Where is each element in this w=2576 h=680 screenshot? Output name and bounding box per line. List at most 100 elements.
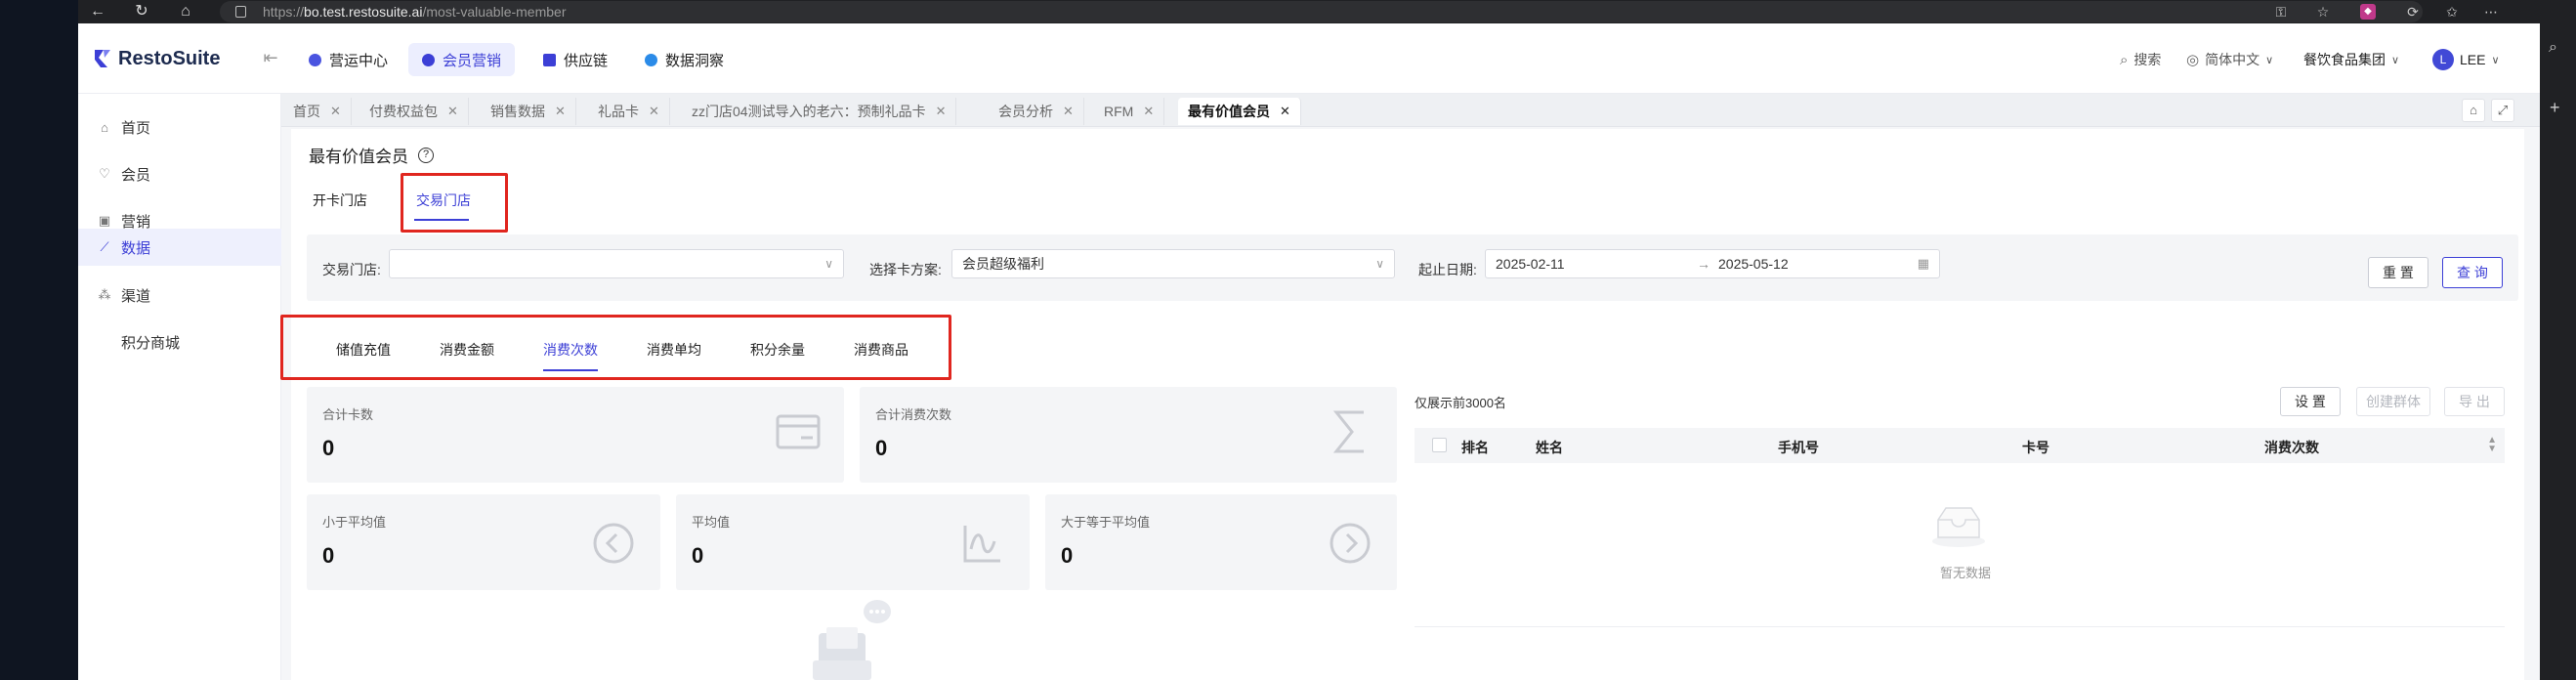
tab-sales-data[interactable]: 销售数据 ✕: [481, 98, 576, 125]
sidebar-item-data[interactable]: ⟋ 数据: [78, 229, 281, 266]
search-button[interactable]: ⌕ 搜索: [2120, 43, 2161, 76]
brand-logo[interactable]: RestoSuite: [93, 43, 220, 74]
export-button[interactable]: 导 出: [2444, 387, 2505, 416]
calendar-icon: ▦: [1917, 256, 1929, 271]
column-visit-count[interactable]: 消费次数: [2264, 438, 2319, 457]
star-icon[interactable]: ☆: [2313, 2, 2333, 21]
tab-label: 付费权益包: [369, 104, 438, 119]
member-icon: ♡: [99, 166, 110, 181]
tab-home-icon[interactable]: ⌂: [2462, 99, 2485, 122]
plan-label: 选择卡方案:: [869, 262, 942, 277]
menu-collapse-icon[interactable]: ⇤: [260, 47, 281, 68]
sort-icon[interactable]: ▲ ▼: [2487, 436, 2497, 454]
module-label: 供应链: [564, 52, 609, 69]
key-icon[interactable]: ⚿: [2271, 2, 2291, 21]
stat-label: 合计卡数: [322, 407, 374, 422]
back-icon[interactable]: ←: [88, 2, 107, 21]
favorites-icon[interactable]: ✩: [2442, 2, 2462, 21]
stat-label: 平均值: [692, 515, 731, 530]
main-content: 最有价值会员 ? 开卡门店 交易门店 交易门店: ∨ 选择卡方案: 会员超级福利…: [280, 129, 2524, 680]
stat-card-average: 平均值 0: [676, 494, 1030, 590]
tab-label: 最有价值会员: [1188, 104, 1270, 119]
tab-rfm[interactable]: RFM ✕: [1094, 98, 1165, 125]
stat-value: 0: [692, 543, 704, 568]
column-card-number: 卡号: [2022, 440, 2049, 455]
org-label: 餐饮食品集团: [2303, 52, 2386, 67]
chart-icon: ⟋: [100, 239, 109, 254]
module-icon: [645, 53, 657, 66]
date-range-picker[interactable]: 2025-02-11 → 2025-05-12 ▦: [1485, 249, 1940, 278]
help-icon[interactable]: ?: [418, 147, 434, 163]
more-icon[interactable]: ⋯: [2481, 2, 2501, 21]
empty-text: 暂无数据: [1940, 566, 1992, 580]
close-icon[interactable]: ✕: [1280, 104, 1290, 119]
module-membership[interactable]: 会员营销: [408, 43, 516, 76]
stat-label: 小于平均值: [322, 515, 387, 530]
sidebar-item-member[interactable]: ♡ 会员: [78, 154, 281, 193]
tab-member-analysis[interactable]: 会员分析 ✕: [989, 98, 1084, 125]
reload-icon[interactable]: ↻: [132, 2, 151, 21]
home-icon: ⌂: [101, 119, 108, 135]
extension-icon[interactable]: ◆: [2360, 4, 2376, 20]
sidebar-item-home[interactable]: ⌂ 首页: [78, 107, 281, 147]
close-icon[interactable]: ✕: [1143, 104, 1154, 119]
language-select[interactable]: ◎ 简体中文 ∨: [2186, 43, 2273, 76]
tab-prepaid-gift-card[interactable]: zz门店04测试导入的老六：预制礼品卡 ✕: [682, 98, 957, 125]
tab-label: zz门店04测试导入的老六：预制礼品卡: [692, 104, 926, 119]
sidebar-item-points-mall[interactable]: 积分商城: [78, 322, 281, 361]
home-icon[interactable]: ⌂: [176, 2, 195, 21]
stat-value: 0: [1061, 543, 1074, 568]
column-rank: 排名: [1461, 440, 1489, 455]
date-start[interactable]: 2025-02-11: [1496, 256, 1565, 272]
avatar: L: [2432, 49, 2454, 70]
create-group-button[interactable]: 创建群体: [2356, 387, 2430, 416]
close-icon[interactable]: ✕: [330, 104, 341, 119]
close-icon[interactable]: ✕: [1063, 104, 1074, 119]
address-bar[interactable]: https://bo.test.restosuite.ai/most-valua…: [220, 1, 2423, 22]
empty-box-icon: [1932, 507, 1985, 547]
stat-card-total-visits: 合计消费次数 0: [860, 387, 1397, 483]
close-icon[interactable]: ✕: [936, 104, 947, 119]
date-label: 起止日期:: [1418, 262, 1477, 277]
chevron-down-icon: ∨: [2491, 54, 2500, 66]
select-all-checkbox[interactable]: [1432, 438, 1447, 452]
tab-gift-card[interactable]: 礼品卡 ✕: [588, 98, 670, 125]
tab-paid-benefits[interactable]: 付费权益包 ✕: [359, 98, 469, 125]
reset-button[interactable]: 重 置: [2368, 257, 2428, 288]
add-icon[interactable]: +: [2550, 98, 2560, 118]
module-operations[interactable]: 营运中心: [295, 43, 401, 76]
user-menu[interactable]: L LEE ∨: [2432, 43, 2500, 76]
date-end[interactable]: 2025-05-12: [1718, 250, 1789, 277]
org-select[interactable]: 餐饮食品集团 ∨: [2303, 43, 2399, 76]
sidebar-item-channel[interactable]: ⁂ 渠道: [78, 276, 281, 315]
globe-icon: ◎: [2186, 52, 2200, 68]
search-label: 搜索: [2133, 52, 2162, 67]
stat-card-above-average: 大于等于平均值 0: [1045, 494, 1397, 590]
chevron-left-circle-icon: [593, 523, 634, 564]
fullscreen-icon[interactable]: ⤢: [2491, 99, 2514, 122]
tab-most-valuable-member[interactable]: 最有价值会员 ✕: [1178, 98, 1301, 125]
close-icon[interactable]: ✕: [649, 104, 659, 119]
module-supply-chain[interactable]: 供应链: [529, 43, 621, 76]
close-icon[interactable]: ✕: [555, 104, 566, 119]
close-icon[interactable]: ✕: [447, 104, 458, 119]
plan-select[interactable]: 会员超级福利 ∨: [951, 249, 1395, 278]
chevron-down-icon: ∨: [824, 257, 833, 271]
store-label: 交易门店:: [322, 262, 381, 277]
sidebar-item-label: 数据: [121, 239, 151, 257]
settings-button[interactable]: 设 置: [2280, 387, 2341, 416]
user-name: LEE: [2460, 52, 2486, 67]
stat-label: 大于等于平均值: [1061, 515, 1151, 530]
module-data-insight[interactable]: 数据洞察: [631, 43, 738, 76]
brand-name: RestoSuite: [118, 47, 221, 69]
tab-home[interactable]: 首页 ✕: [283, 98, 352, 125]
page-tabs: 首页 ✕ 付费权益包 ✕ 销售数据 ✕ 礼品卡 ✕ zz门店04测试导入的老六：预制礼品…: [281, 94, 2540, 127]
subtab-card-opening-store[interactable]: 开卡门店: [313, 191, 367, 210]
sync-icon[interactable]: ⟳: [2403, 2, 2423, 21]
tab-label: 首页: [293, 104, 320, 119]
search-icon[interactable]: ⌕: [2549, 39, 2557, 57]
sidebar: ⌂ 首页 ♡ 会员 ▣ 营销 ⟋ 数据 ⁂ 渠道 积分商城: [78, 94, 281, 680]
store-select[interactable]: ∨: [389, 249, 844, 278]
tab-label: 销售数据: [490, 104, 545, 119]
query-button[interactable]: 查 询: [2442, 257, 2503, 288]
